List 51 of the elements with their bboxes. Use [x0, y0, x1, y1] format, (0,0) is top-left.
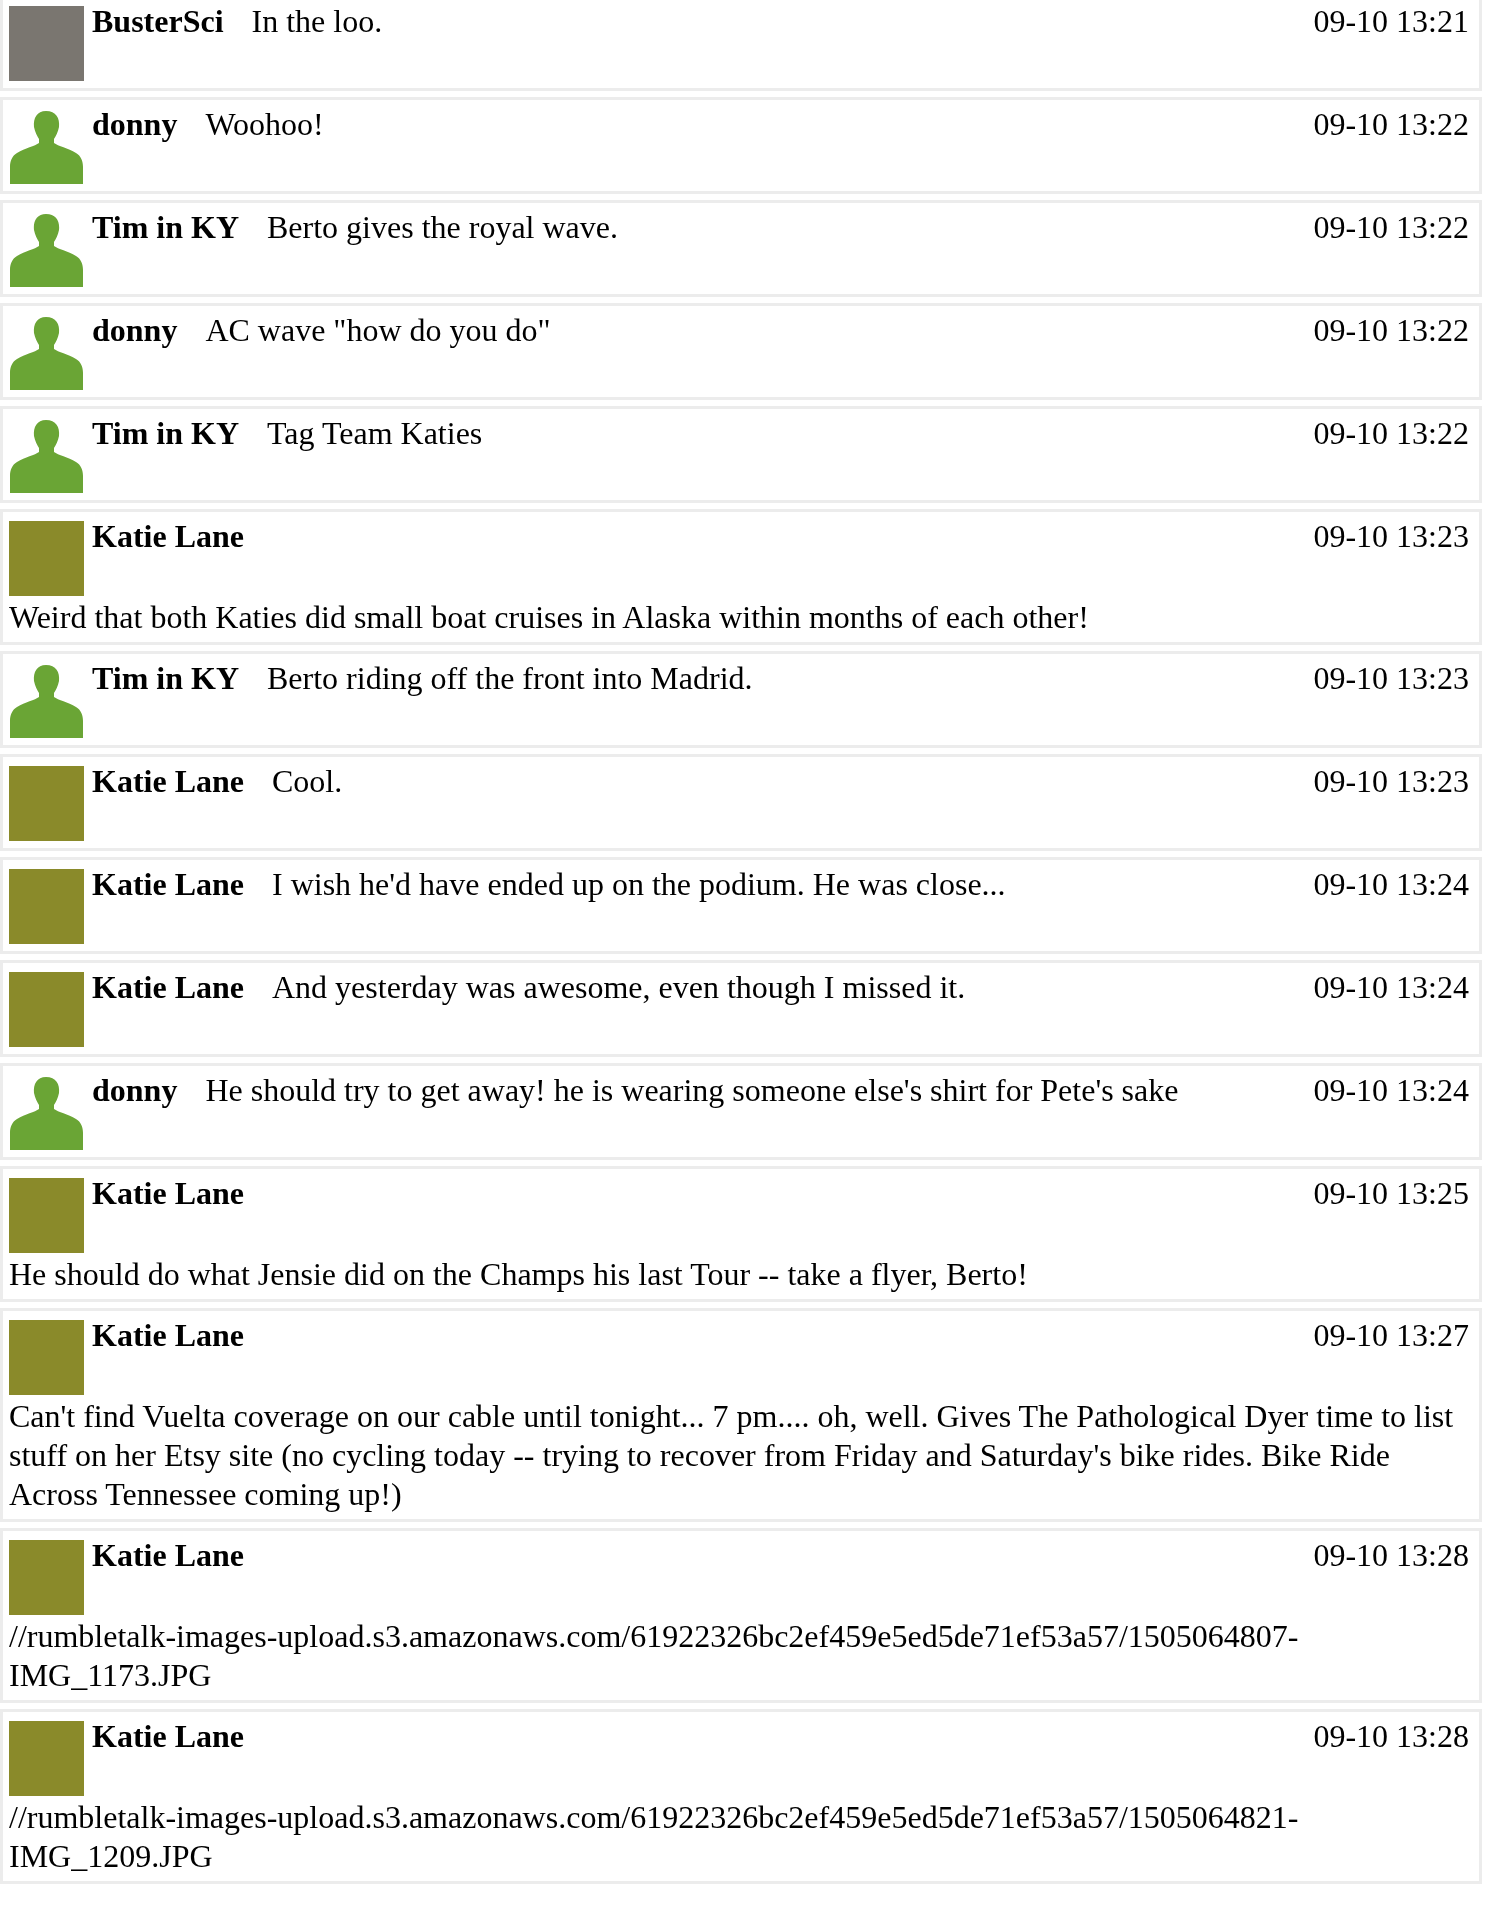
message-time: 09-10 13:23 — [1313, 762, 1469, 801]
message-text: Cool. — [272, 762, 343, 801]
user-silhouette-icon — [9, 109, 84, 184]
message-text: //rumbletalk-images-upload.s3.amazonaws.com/61922326bc2ef459e5ed5de71ef53a57/1505064807-IMG_1173.JPG — [9, 1617, 1300, 1695]
user-silhouette-icon — [9, 663, 84, 738]
message-text: Berto riding off the front into Madrid. — [267, 659, 753, 698]
message-text: Can't find Vuelta coverage on our cable until tonight... 7 pm.... oh, well. Gives The Pathological Dyer time to list stuff on her Etsy site (no cycling today -- trying to recover from Friday and Saturday's bike rides. Bike Ride Across Tennessee coming up!) — [9, 1397, 1455, 1514]
author-name: Katie Lane — [92, 517, 244, 556]
message-time: 09-10 13:28 — [1313, 1536, 1469, 1575]
message-time: 09-10 13:22 — [1313, 311, 1469, 350]
message-text: He should do what Jensie did on the Champs his last Tour -- take a flyer, Berto! — [9, 1255, 1028, 1294]
message-time: 09-10 13:22 — [1313, 105, 1469, 144]
message-time: 09-10 13:24 — [1313, 968, 1469, 1007]
message-text: Berto gives the royal wave. — [267, 208, 618, 247]
user-silhouette-icon — [9, 212, 84, 287]
message-text: //rumbletalk-images-upload.s3.amazonaws.com/61922326bc2ef459e5ed5de71ef53a57/1505064821-IMG_1209.JPG — [9, 1798, 1300, 1876]
author-name: Katie Lane — [92, 1174, 244, 1213]
message-text: I wish he'd have ended up on the podium. He was close... — [272, 865, 1006, 904]
message-text: AC wave "how do you do" — [205, 311, 551, 350]
author-name: donny — [92, 311, 178, 350]
author-name: Katie Lane — [92, 1717, 244, 1756]
author-name: donny — [92, 105, 178, 144]
message-text: And yesterday was awesome, even though I missed it. — [272, 968, 966, 1007]
message-time: 09-10 13:24 — [1313, 1071, 1469, 1110]
author-name: Katie Lane — [92, 762, 244, 801]
message-time: 09-10 13:24 — [1313, 865, 1469, 904]
message-text: Weird that both Katies did small boat cruises in Alaska within months of each other! — [9, 598, 1089, 637]
message-time: 09-10 13:27 — [1313, 1316, 1469, 1355]
message-time: 09-10 13:25 — [1313, 1174, 1469, 1213]
user-silhouette-icon — [9, 1075, 84, 1150]
user-silhouette-icon — [9, 418, 84, 493]
author-name: donny — [92, 1071, 178, 1110]
message-time: 09-10 13:23 — [1313, 659, 1469, 698]
message-time: 09-10 13:28 — [1313, 1717, 1469, 1756]
message-time: 09-10 13:21 — [1313, 2, 1469, 41]
author-name: Tim in KY — [92, 659, 239, 698]
message-text: Tag Team Katies — [267, 414, 483, 453]
author-name: Katie Lane — [92, 1316, 244, 1355]
author-name: Katie Lane — [92, 865, 244, 904]
message-time: 09-10 13:22 — [1313, 414, 1469, 453]
author-name: Katie Lane — [92, 968, 244, 1007]
message-time: 09-10 13:23 — [1313, 517, 1469, 556]
author-name: BusterSci — [92, 2, 224, 41]
user-silhouette-icon — [9, 315, 84, 390]
author-name: Tim in KY — [92, 414, 239, 453]
author-name: Katie Lane — [92, 1536, 244, 1575]
author-name: Tim in KY — [92, 208, 239, 247]
message-time: 09-10 13:22 — [1313, 208, 1469, 247]
message-text: He should try to get away! he is wearing someone else's shirt for Pete's sake — [205, 1071, 1179, 1110]
message-text: In the loo. — [251, 2, 383, 41]
message-text: Woohoo! — [205, 105, 324, 144]
